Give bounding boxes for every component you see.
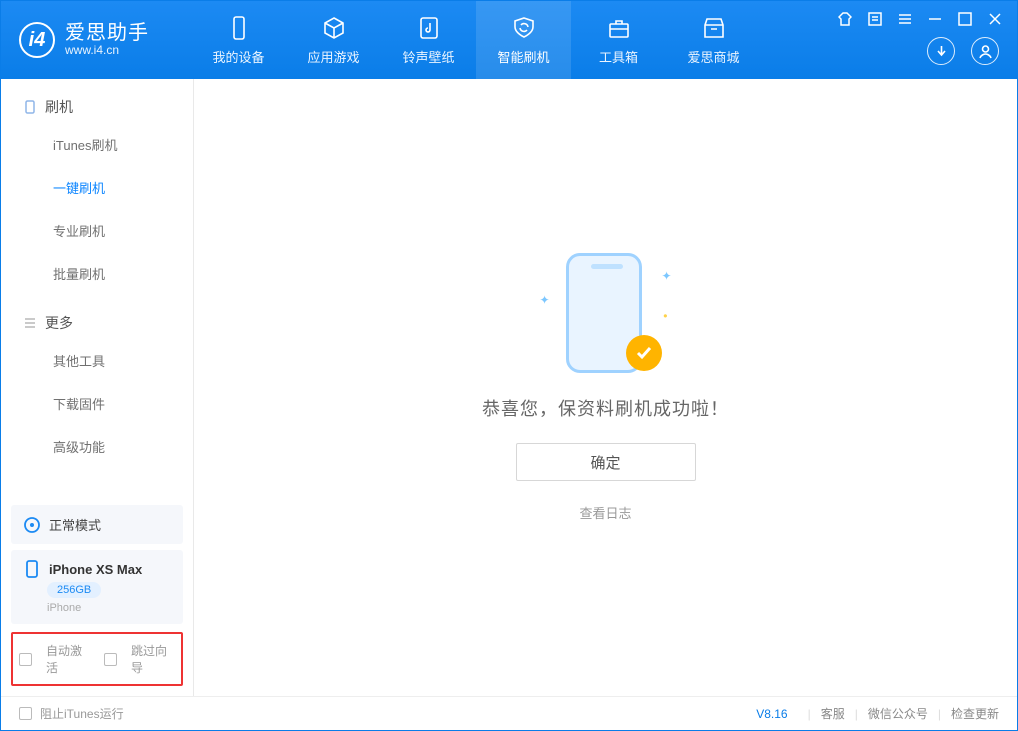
opt-skip-guide-label: 跳过向导 (131, 642, 175, 676)
close-button[interactable] (987, 11, 1003, 27)
main-content: ✦ ✦ • 恭喜您，保资料刷机成功啦！ 确定 查看日志 (194, 79, 1017, 696)
cube-icon (321, 15, 347, 41)
success-illustration: ✦ ✦ • (546, 253, 666, 373)
maximize-button[interactable] (957, 11, 973, 27)
tab-label: 我的设备 (212, 47, 264, 66)
app-name-en: www.i4.cn (65, 44, 149, 57)
sidebar-item-other-tools[interactable]: 其他工具 (1, 339, 193, 382)
app-name-cn: 爱思助手 (65, 22, 149, 44)
phone-small-icon (23, 100, 37, 114)
logo-text: 爱思助手 www.i4.cn (65, 22, 149, 57)
list-icon (23, 316, 37, 330)
download-button[interactable] (927, 37, 955, 65)
sidebar-item-batch-flash[interactable]: 批量刷机 (1, 252, 193, 295)
tab-store[interactable]: 爱思商城 (666, 1, 761, 79)
download-icon (934, 44, 949, 59)
sparkle-icon: ✦ (540, 293, 550, 307)
body: 刷机 iTunes刷机 一键刷机 专业刷机 批量刷机 更多 其他工具 下载固件 … (1, 79, 1017, 696)
sidebar-bottom: 正常模式 iPhone XS Max 256GB iPhone 自动激活 跳过向… (1, 499, 193, 696)
tab-label: 铃声壁纸 (402, 47, 454, 66)
divider: | (938, 707, 941, 721)
sidebar-section-more: 更多 (1, 295, 193, 339)
footer: 阻止iTunes运行 V8.16 | 客服 | 微信公众号 | 检查更新 (1, 696, 1017, 730)
shirt-icon (838, 12, 852, 26)
tab-label: 爱思商城 (687, 47, 739, 66)
version-label: V8.16 (756, 707, 787, 721)
skin-button[interactable] (837, 11, 853, 27)
tab-ringtone[interactable]: 铃声壁纸 (381, 1, 476, 79)
tab-apps[interactable]: 应用游戏 (286, 1, 381, 79)
sidebar-item-oneclick-flash[interactable]: 一键刷机 (1, 166, 193, 209)
phone-outline-icon (23, 560, 41, 578)
header: i4 爱思助手 www.i4.cn 我的设备 应用游戏 铃声壁纸 智能刷机 工具… (1, 1, 1017, 79)
device-capacity: 256GB (47, 582, 101, 598)
sidebar-item-pro-flash[interactable]: 专业刷机 (1, 209, 193, 252)
tab-flash[interactable]: 智能刷机 (476, 1, 571, 79)
app-logo[interactable]: i4 爱思助手 www.i4.cn (1, 22, 191, 58)
flash-options-row: 自动激活 跳过向导 (11, 632, 183, 686)
device-card[interactable]: iPhone XS Max 256GB iPhone (11, 550, 183, 624)
check-update-link[interactable]: 检查更新 (951, 705, 999, 722)
support-link[interactable]: 客服 (821, 705, 845, 722)
device-sub: iPhone (47, 602, 81, 614)
section-label: 刷机 (45, 97, 73, 117)
minimize-button[interactable] (927, 11, 943, 27)
ok-button[interactable]: 确定 (516, 443, 696, 481)
header-right-buttons (927, 37, 999, 65)
tab-tools[interactable]: 工具箱 (571, 1, 666, 79)
sidebar-item-itunes-flash[interactable]: iTunes刷机 (1, 123, 193, 166)
wechat-link[interactable]: 微信公众号 (868, 705, 928, 722)
divider: | (808, 707, 811, 721)
user-button[interactable] (971, 37, 999, 65)
section-label: 更多 (45, 313, 73, 333)
sidebar: 刷机 iTunes刷机 一键刷机 专业刷机 批量刷机 更多 其他工具 下载固件 … (1, 79, 194, 696)
toolbox-icon (606, 15, 632, 41)
shop-icon (701, 15, 727, 41)
sidebar-section-flash: 刷机 (1, 79, 193, 123)
maximize-icon (958, 12, 972, 26)
logo-icon: i4 (19, 22, 55, 58)
minimize-icon (928, 12, 942, 26)
device-icon (226, 15, 252, 41)
sidebar-item-download-firmware[interactable]: 下载固件 (1, 382, 193, 425)
divider: | (855, 707, 858, 721)
check-badge (626, 335, 662, 371)
mode-label: 正常模式 (49, 515, 101, 534)
tab-label: 工具箱 (599, 47, 638, 66)
tab-device[interactable]: 我的设备 (191, 1, 286, 79)
music-file-icon (416, 15, 442, 41)
user-icon (978, 44, 993, 59)
checkbox-block-itunes[interactable] (19, 707, 32, 720)
opt-auto-activate-label: 自动激活 (46, 642, 90, 676)
checkbox-auto-activate[interactable] (19, 653, 32, 666)
device-mode-card[interactable]: 正常模式 (11, 505, 183, 544)
tab-label: 应用游戏 (307, 47, 359, 66)
main-tabs: 我的设备 应用游戏 铃声壁纸 智能刷机 工具箱 爱思商城 (191, 1, 761, 79)
mode-icon (23, 516, 41, 534)
sparkle-icon: • (663, 309, 667, 323)
view-log-link[interactable]: 查看日志 (579, 503, 631, 522)
checkbox-skip-guide[interactable] (104, 653, 117, 666)
refresh-shield-icon (511, 15, 537, 41)
sparkle-icon: ✦ (661, 269, 671, 283)
sidebar-item-advanced[interactable]: 高级功能 (1, 425, 193, 468)
check-icon (635, 344, 653, 362)
note-icon (868, 12, 882, 26)
success-message: 恭喜您，保资料刷机成功啦！ (482, 395, 729, 421)
close-icon (988, 12, 1002, 26)
menu-button[interactable] (897, 11, 913, 27)
tab-label: 智能刷机 (497, 47, 549, 66)
device-name: iPhone XS Max (49, 562, 142, 577)
window-controls (837, 11, 1003, 27)
menu-icon (898, 12, 912, 26)
block-itunes-label: 阻止iTunes运行 (40, 705, 124, 722)
feedback-button[interactable] (867, 11, 883, 27)
